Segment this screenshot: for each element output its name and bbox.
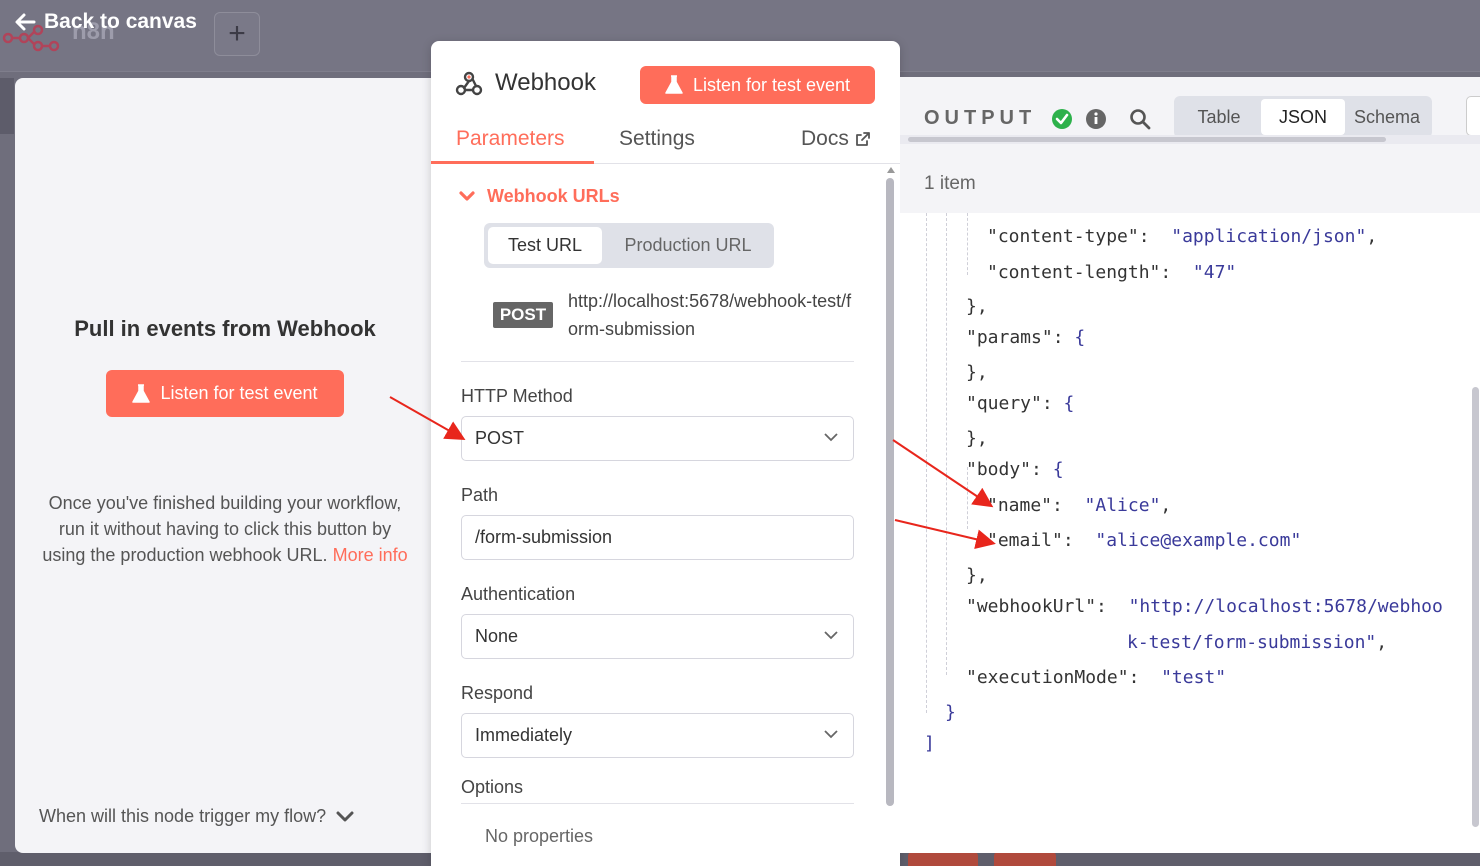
node-parameters-panel: Webhook Listen for test event Parameters… [431,41,900,866]
trigger-question-toggle[interactable]: When will this node trigger my flow? [39,806,354,827]
authentication-select[interactable]: None [461,614,854,659]
path-label: Path [461,485,499,505]
json-line: "query": { [966,393,1075,414]
flask-icon [132,383,151,403]
listen-for-test-event-button[interactable]: Listen for test event [106,370,344,417]
view-table-option[interactable]: Table [1178,99,1260,135]
json-vertical-scrollbar[interactable] [1472,387,1479,827]
output-edit-button[interactable] [1466,96,1480,136]
chevron-down-icon [824,631,838,640]
tab-docs[interactable]: Docs [801,127,871,151]
scroll-up-arrow[interactable] [887,167,895,173]
search-icon[interactable] [1129,108,1151,130]
add-node-button[interactable]: + [214,12,260,56]
listen-button-label: Listen for test event [160,383,318,403]
respond-value: Immediately [475,725,573,745]
output-view-toggle: Table JSON Schema [1174,96,1432,138]
back-to-canvas-label: Back to canvas [44,10,197,33]
webhook-urls-section-toggle[interactable]: Webhook URLs [459,186,620,207]
parameters-scrollbar[interactable] [886,178,894,806]
path-value: /form-submission [475,527,613,547]
json-line: "name": "Alice", [987,495,1172,516]
active-tab-indicator [431,161,594,164]
chevron-down-icon [824,730,838,739]
more-info-link[interactable]: More info [333,545,408,565]
listen-for-test-event-button-top[interactable]: Listen for test event [640,66,875,104]
canvas-bottom-button [908,852,978,866]
json-line: "webhookUrl": "http://localhost:5678/web… [966,596,1443,617]
json-line: "email": "alice@example.com" [987,530,1302,551]
json-line: "executionMode": "test" [966,667,1227,688]
external-link-icon [855,132,870,146]
http-method-select[interactable]: POST [461,416,854,461]
output-panel: OUTPUT Table JSON Schema 1 item "content… [900,77,1480,853]
respond-select[interactable]: Immediately [461,713,854,758]
json-line: "params": { [966,327,1086,348]
listen-button-label: Listen for test event [692,74,851,95]
http-method-badge: POST [493,302,553,328]
json-line: }, [966,296,988,317]
json-line: "body": { [966,459,1064,480]
chevron-down-icon [824,433,838,442]
indent-guide [967,213,968,275]
success-check-icon [1052,109,1072,129]
flask-icon [665,75,683,94]
pull-events-title: Pull in events from Webhook [74,316,376,341]
node-tabs: Parameters Settings Docs [431,119,900,164]
view-schema-option[interactable]: Schema [1346,99,1428,135]
json-line: k-test/form-submission", [1127,632,1388,653]
output-horizontal-scrollbar[interactable] [908,137,1386,142]
json-line: ] [924,733,935,754]
webhook-icon [455,71,483,96]
tab-settings[interactable]: Settings [619,127,695,151]
indent-guide [926,213,927,713]
chevron-down-icon [336,811,354,821]
items-count: 1 item [924,173,976,194]
output-label: OUTPUT [924,107,1037,129]
url-type-toggle: Test URL Production URL [484,223,774,268]
canvas-bottom-button [994,852,1056,866]
test-url-option[interactable]: Test URL [488,227,602,264]
no-properties-text: No properties [485,826,594,846]
docs-label: Docs [801,127,849,150]
authentication-value: None [475,626,519,646]
json-line: }, [966,565,988,586]
webhook-urls-label: Webhook URLs [487,186,620,206]
json-line: "content-type": "application/json", [987,226,1378,247]
respond-label: Respond [461,683,534,703]
json-line: }, [966,428,988,449]
options-divider [461,803,854,804]
authentication-label: Authentication [461,584,576,604]
info-icon[interactable] [1085,108,1107,130]
http-method-label: HTTP Method [461,386,573,406]
tab-parameters[interactable]: Parameters [456,127,565,151]
webhook-url-text[interactable]: http://localhost:5678/webhook-test/form-… [568,287,858,343]
http-method-value: POST [475,428,525,448]
view-json-option[interactable]: JSON [1261,99,1345,135]
node-title: Webhook [495,69,596,96]
input-panel: Pull in events from Webhook Listen for t… [15,78,445,853]
json-line: }, [966,362,988,383]
section-divider [461,361,854,362]
arrow-left-icon [15,13,36,31]
back-to-canvas-link[interactable]: Back to canvas [14,10,197,34]
trigger-question-label: When will this node trigger my flow? [39,806,327,826]
indent-guide [946,213,947,675]
options-label: Options [461,777,524,797]
canvas-sidebar-strip [0,78,14,134]
json-viewer: "content-type": "application/json", "con… [900,213,1480,853]
production-url-option[interactable]: Production URL [606,227,770,264]
json-line: } [945,702,956,723]
json-line: "content-length": "47" [987,262,1237,283]
chevron-down-icon [459,190,475,201]
path-input[interactable]: /form-submission [461,515,854,560]
production-info-text: Once you've finished building your workf… [35,490,415,568]
